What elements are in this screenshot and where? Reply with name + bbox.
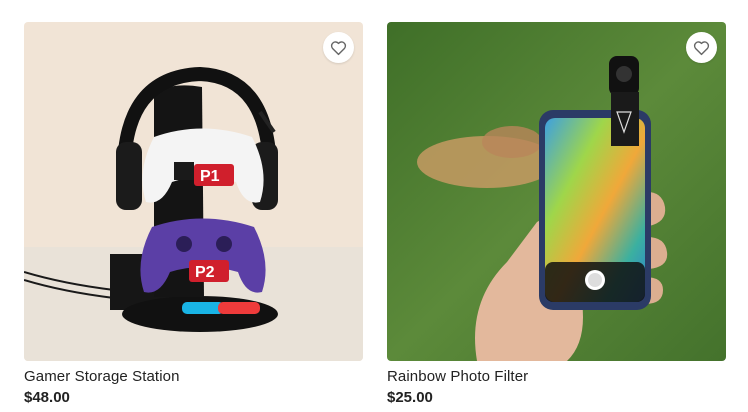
product-price: $48.00 — [24, 389, 70, 406]
product-card[interactable]: Rainbow Photo Filter $25.00 — [387, 22, 726, 407]
product-title[interactable]: Gamer Storage Station — [24, 368, 363, 386]
product-price: $25.00 — [387, 389, 433, 406]
product-title[interactable]: Rainbow Photo Filter — [387, 368, 726, 386]
gamer-station-photo: P1 P2 — [24, 22, 363, 361]
rainbow-filter-photo — [387, 22, 726, 361]
heart-outline-icon — [330, 40, 347, 55]
p1-badge: P1 — [200, 168, 220, 185]
heart-outline-icon — [693, 40, 710, 55]
product-image[interactable] — [387, 22, 726, 361]
product-image[interactable]: P1 P2 — [24, 22, 363, 361]
p2-badge: P2 — [195, 264, 215, 281]
favorite-button[interactable] — [323, 32, 354, 63]
product-card[interactable]: P1 P2 Gamer Storage Station $48.00 — [24, 22, 363, 407]
favorite-button[interactable] — [686, 32, 717, 63]
